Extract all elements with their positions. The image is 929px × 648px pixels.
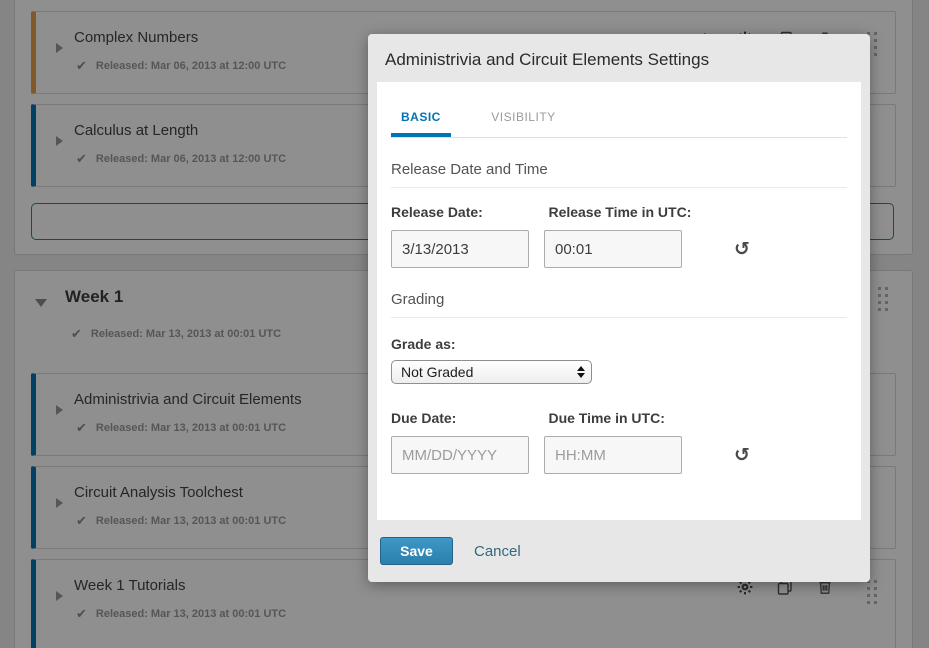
modal-title: Administrivia and Circuit Elements Setti… (368, 34, 870, 82)
due-time-label: Due Time in UTC: (548, 410, 701, 426)
modal-footer: Save Cancel (368, 520, 870, 582)
grade-as-label: Grade as: (391, 336, 847, 352)
grade-as-value: Not Graded (401, 364, 577, 380)
select-stepper-icon (577, 366, 585, 378)
reset-release-icon[interactable]: ↺ (734, 240, 750, 259)
modal-tabs: BASIC VISIBILITY (391, 108, 847, 138)
course-outline-page: Complex Numbers ✔Released: Mar 06, 2013 … (0, 0, 929, 648)
tab-basic[interactable]: BASIC (391, 110, 451, 137)
due-date-label: Due Date: (391, 410, 544, 426)
release-time-label: Release Time in UTC: (548, 204, 701, 220)
cancel-link[interactable]: Cancel (474, 543, 521, 560)
due-time-input[interactable] (544, 436, 682, 474)
tab-visibility[interactable]: VISIBILITY (481, 110, 565, 133)
release-section-heading: Release Date and Time (391, 161, 847, 188)
release-date-label: Release Date: (391, 204, 544, 220)
settings-modal: Administrivia and Circuit Elements Setti… (368, 34, 870, 582)
modal-body: BASIC VISIBILITY Release Date and Time R… (377, 82, 861, 520)
release-date-input[interactable] (391, 230, 529, 268)
grade-as-select[interactable]: Not Graded (391, 360, 592, 384)
save-button[interactable]: Save (380, 537, 453, 565)
due-date-input[interactable] (391, 436, 529, 474)
grading-section-heading: Grading (391, 291, 847, 318)
release-time-input[interactable] (544, 230, 682, 268)
reset-due-icon[interactable]: ↺ (734, 446, 750, 465)
